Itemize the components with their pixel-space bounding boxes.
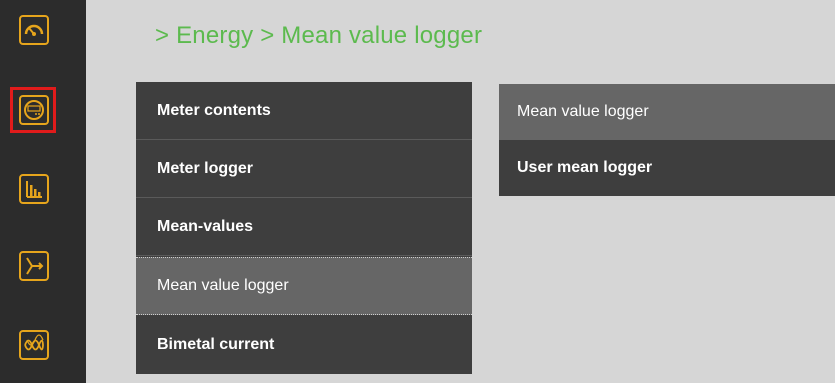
menu-item-bimetal-current[interactable]: Bimetal current — [136, 316, 472, 374]
submenu-item-label: User mean logger — [517, 159, 653, 176]
energy-meter-icon[interactable] — [19, 95, 49, 125]
vector-diagram-icon[interactable] — [19, 251, 49, 281]
menu-item-label: Meter contents — [157, 101, 271, 119]
waveform-icon[interactable] — [19, 330, 49, 360]
bar-chart-icon[interactable] — [19, 174, 49, 204]
menu-item-label: Mean-values — [157, 217, 254, 235]
menu-item-label: Mean value logger — [157, 277, 289, 294]
icon-rail — [0, 0, 86, 383]
submenu-item-label: Mean value logger — [517, 103, 649, 120]
menu-item-label: Bimetal current — [157, 336, 275, 353]
submenu-item-mean-value-logger[interactable]: Mean value logger — [499, 84, 835, 140]
breadcrumb: > Energy > Mean value logger — [155, 22, 483, 49]
menu-item-meter-logger[interactable]: Meter logger — [136, 140, 472, 198]
menu-item-label: Meter logger — [157, 159, 254, 177]
energy-menu: Meter contents Meter logger Mean-values … — [136, 82, 472, 374]
menu-item-mean-value-logger[interactable]: Mean value logger — [136, 257, 472, 315]
gauge-icon[interactable] — [19, 15, 49, 45]
mean-value-logger-submenu: Mean value logger User mean logger — [499, 84, 835, 196]
submenu-item-user-mean-logger[interactable]: User mean logger — [499, 140, 835, 196]
menu-item-meter-contents[interactable]: Meter contents — [136, 82, 472, 140]
page: > Energy > Mean value logger Meter conte… — [0, 0, 835, 383]
menu-item-mean-values[interactable]: Mean-values — [136, 198, 472, 256]
